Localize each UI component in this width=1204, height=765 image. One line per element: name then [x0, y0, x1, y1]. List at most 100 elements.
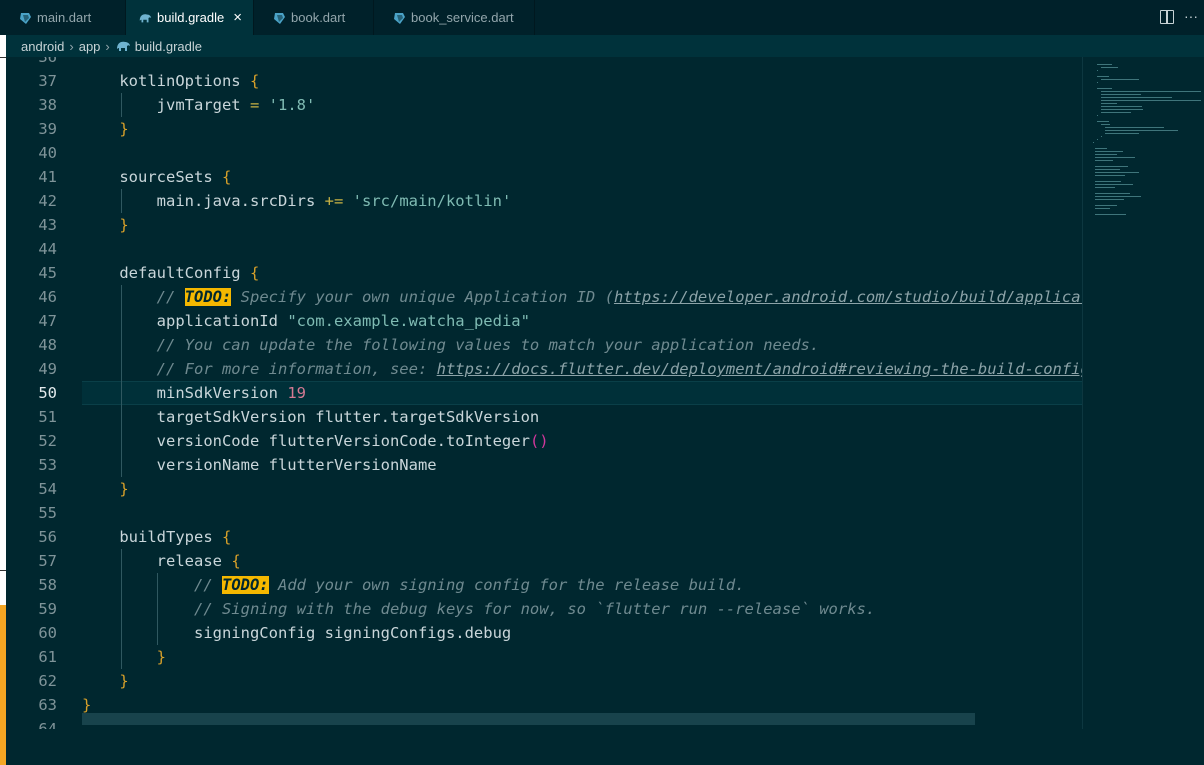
code-line[interactable]: 44: [6, 237, 1082, 261]
minimap-line: [1095, 148, 1107, 149]
code-line[interactable]: 61 }: [6, 645, 1082, 669]
line-number: 54: [38, 480, 57, 498]
code-line[interactable]: 47 applicationId "com.example.watcha_ped…: [6, 309, 1082, 333]
line-number: 45: [38, 264, 57, 282]
minimap-line: [1097, 121, 1109, 122]
line-number: 40: [38, 144, 57, 162]
code-line[interactable]: 41 sourceSets {: [6, 165, 1082, 189]
line-number: 43: [38, 216, 57, 234]
line-number: 64: [38, 720, 57, 729]
code-line[interactable]: 36: [6, 57, 1082, 69]
minimap-line: [1101, 106, 1142, 107]
code-text: kotlinOptions {: [82, 72, 260, 90]
minimap-line: [1095, 196, 1141, 197]
breadcrumb: android › app › build.gradle: [6, 35, 1204, 57]
minimap-line: [1101, 124, 1110, 125]
minimap-line: [1097, 64, 1112, 65]
code-line[interactable]: 54 }: [6, 477, 1082, 501]
code-line[interactable]: 60 signingConfig signingConfigs.debug: [6, 621, 1082, 645]
minimap-line: [1095, 214, 1126, 215]
horizontal-scrollbar[interactable]: [82, 713, 975, 725]
line-number: 41: [38, 168, 57, 186]
tab-main-dart[interactable]: main.dart: [0, 0, 126, 35]
code-text: }: [156, 648, 166, 666]
line-number: 51: [38, 408, 57, 426]
code-line[interactable]: 48 // You can update the following value…: [6, 333, 1082, 357]
minimap-line: [1095, 205, 1117, 206]
chevron-right-icon: ›: [105, 38, 110, 54]
code-line[interactable]: 42 main.java.srcDirs += 'src/main/kotlin…: [6, 189, 1082, 213]
code-line[interactable]: 58 // TODO: Add your own signing config …: [6, 573, 1082, 597]
tab-book-service-dart[interactable]: book_service.dart: [374, 0, 535, 35]
minimap-line: [1095, 208, 1110, 209]
code-line[interactable]: 52 versionCode flutterVersionCode.toInte…: [6, 429, 1082, 453]
code-line[interactable]: 57 release {: [6, 549, 1082, 573]
code-text: }: [119, 216, 129, 234]
minimap-line: [1095, 169, 1120, 170]
indent-guide: [121, 285, 122, 477]
minimap-line: [1101, 112, 1131, 113]
minimap-line: [1097, 88, 1112, 89]
minimap-line: [1101, 67, 1118, 68]
line-number: 36: [38, 57, 57, 66]
minimap-line: [1097, 115, 1098, 116]
line-number: 39: [38, 120, 57, 138]
tab-book-dart[interactable]: book.dart: [254, 0, 374, 35]
code-editor[interactable]: 36 37 kotlinOptions {38 jvmTarget = '1.8'…: [6, 57, 1082, 729]
line-number: 44: [38, 240, 57, 258]
code-line[interactable]: 53 versionName flutterVersionName: [6, 453, 1082, 477]
minimap-line: [1095, 175, 1125, 176]
minimap-line: [1095, 181, 1121, 182]
dart-icon: [20, 12, 31, 24]
code-line[interactable]: 39 }: [6, 117, 1082, 141]
line-number: 58: [38, 576, 57, 594]
minimap-line: [1101, 91, 1201, 92]
line-number: 56: [38, 528, 57, 546]
code-line[interactable]: 55: [6, 501, 1082, 525]
line-number: 52: [38, 432, 57, 450]
minimap-line: [1095, 157, 1135, 158]
code-text: }: [119, 120, 129, 138]
code-line[interactable]: 45 defaultConfig {: [6, 261, 1082, 285]
gradle-elephant-icon: [139, 13, 152, 22]
breadcrumb-item-app[interactable]: app: [79, 39, 101, 54]
minimap-line: [1105, 130, 1178, 131]
code-line[interactable]: 38 jvmTarget = '1.8': [6, 93, 1082, 117]
line-number: 55: [38, 504, 57, 522]
chevron-right-icon: ›: [69, 38, 74, 54]
line-number: 62: [38, 672, 57, 690]
minimap-line: [1105, 133, 1139, 134]
code-text: sourceSets {: [82, 168, 232, 186]
code-line[interactable]: 49 // For more information, see: https:/…: [6, 357, 1082, 381]
code-line[interactable]: 51 targetSdkVersion flutter.targetSdkVer…: [6, 405, 1082, 429]
code-line[interactable]: 37 kotlinOptions {: [6, 69, 1082, 93]
minimap-line: [1105, 127, 1164, 128]
code-text: // TODO: Add your own signing config for…: [193, 576, 745, 594]
dart-icon: [274, 12, 285, 24]
minimap-line: [1097, 70, 1098, 71]
code-line[interactable]: 50 minSdkVersion 19: [6, 381, 1082, 405]
split-editor-icon[interactable]: [1160, 10, 1174, 24]
close-icon[interactable]: ×: [233, 9, 242, 26]
code-line[interactable]: 40: [6, 141, 1082, 165]
line-number: 63: [38, 696, 57, 714]
code-line[interactable]: 43 }: [6, 213, 1082, 237]
breadcrumb-item-file[interactable]: build.gradle: [135, 39, 202, 54]
minimap-line: [1097, 82, 1098, 83]
code-line[interactable]: 62 }: [6, 669, 1082, 693]
minimap-line: [1101, 109, 1143, 110]
gradle-elephant-icon: [116, 41, 130, 51]
breadcrumb-item-android[interactable]: android: [21, 39, 64, 54]
code-line[interactable]: 59 // Signing with the debug keys for no…: [6, 597, 1082, 621]
code-text: signingConfig signingConfigs.debug: [82, 624, 512, 642]
minimap[interactable]: [1082, 57, 1204, 729]
indent-guide: [121, 189, 122, 213]
line-number: 42: [38, 192, 57, 210]
more-actions-icon[interactable]: ···: [1184, 8, 1198, 24]
tab-label: main.dart: [37, 10, 92, 25]
minimap-line: [1097, 76, 1109, 77]
line-number: 59: [38, 600, 57, 618]
code-line[interactable]: 46 // TODO: Specify your own unique Appl…: [6, 285, 1082, 309]
tab-build-gradle[interactable]: build.gradle ×: [126, 0, 254, 35]
code-line[interactable]: 56 buildTypes {: [6, 525, 1082, 549]
